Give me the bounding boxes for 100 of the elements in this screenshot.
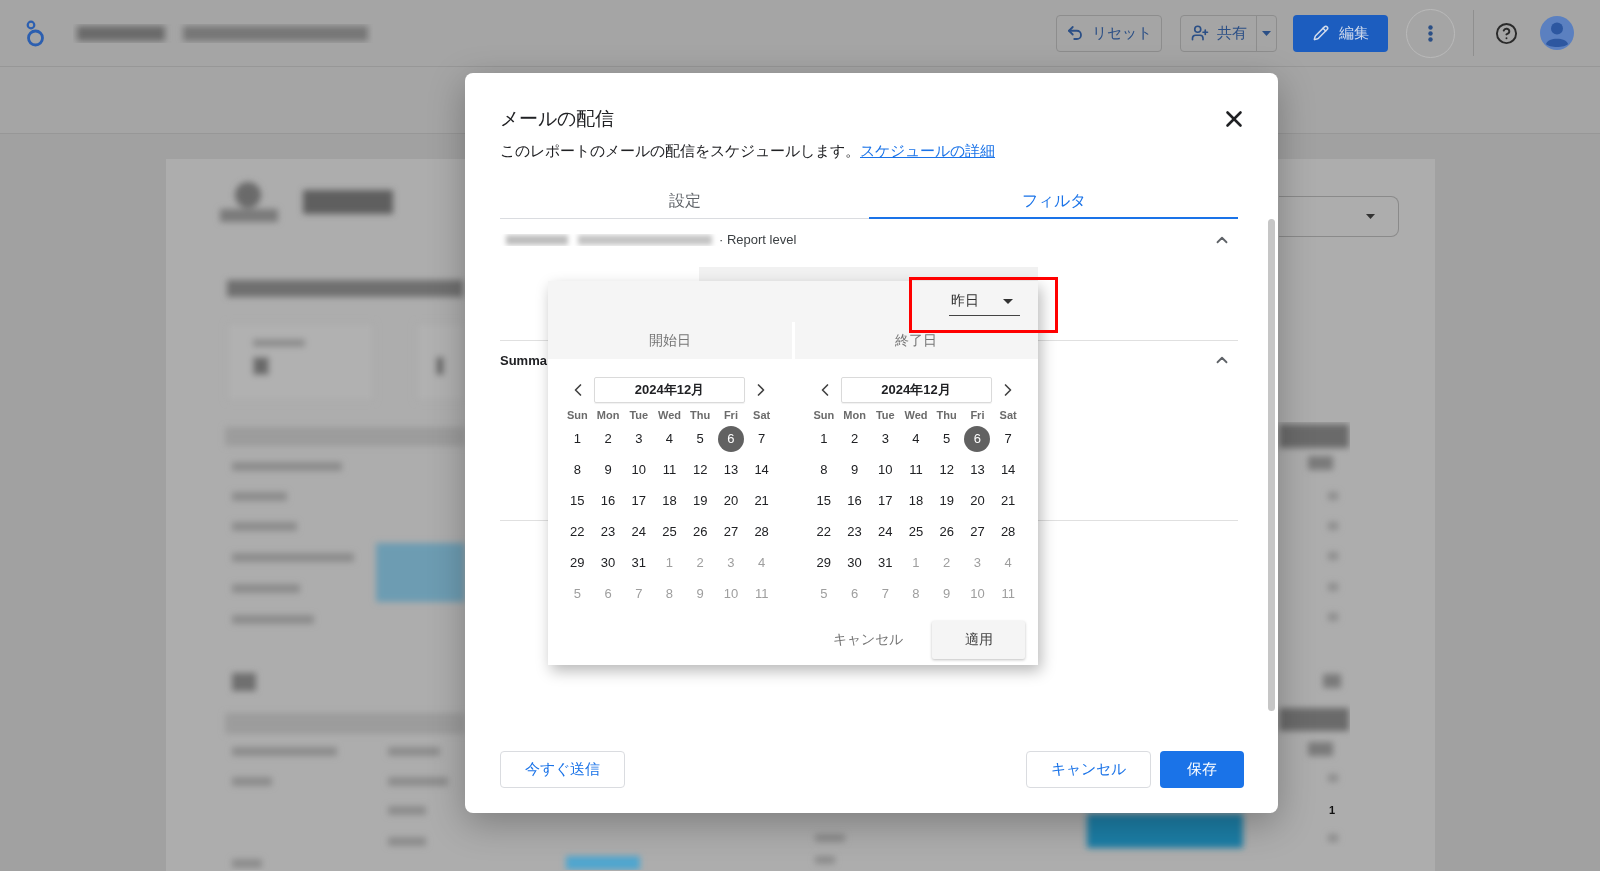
calendar-day[interactable]: 21 <box>748 487 775 514</box>
calendar-day[interactable]: 24 <box>872 518 899 545</box>
calendar-day[interactable]: 20 <box>964 487 991 514</box>
calendar-day[interactable]: 25 <box>656 518 683 545</box>
person-add-icon <box>1190 24 1209 42</box>
calendar-day[interactable]: 7 <box>995 425 1022 452</box>
weekday-label: Fri <box>723 408 738 423</box>
month-field[interactable]: 2024年12月 <box>840 377 992 403</box>
calendar-day[interactable]: 4 <box>656 425 683 452</box>
calendar-day[interactable]: 27 <box>964 518 991 545</box>
weekday-label: Wed <box>657 408 681 423</box>
calendar-day[interactable]: 19 <box>687 487 714 514</box>
dialog-button[interactable]: 今すぐ送信 <box>500 751 625 788</box>
weekday-label: Tue <box>875 408 895 423</box>
calendar-day[interactable]: 18 <box>656 487 683 514</box>
calendar-day[interactable]: 1 <box>564 425 591 452</box>
calendar-day[interactable]: 9 <box>841 456 868 483</box>
dropdown-field[interactable] <box>1279 196 1399 237</box>
section-heading: Summa <box>500 352 547 368</box>
calendar-day[interactable]: 13 <box>717 456 744 483</box>
calendar-day[interactable]: 6 <box>717 425 744 452</box>
calendar-day[interactable]: 17 <box>625 487 652 514</box>
calendar-day[interactable]: 23 <box>595 518 622 545</box>
calendar-day[interactable]: 10 <box>625 456 652 483</box>
more-icon <box>1428 24 1433 42</box>
calendar-day[interactable]: 10 <box>872 456 899 483</box>
weekday-label: Sat <box>753 408 771 423</box>
tab[interactable]: 設定 <box>500 184 869 219</box>
calendar-day[interactable]: 28 <box>995 518 1022 545</box>
calendar-day[interactable]: 30 <box>595 549 622 576</box>
calendar-day[interactable]: 29 <box>564 549 591 576</box>
calendar-day[interactable]: 30 <box>841 549 868 576</box>
calendar-day[interactable]: 31 <box>625 549 652 576</box>
calendar-day[interactable]: 7 <box>748 425 775 452</box>
calendar-day[interactable]: 20 <box>717 487 744 514</box>
calendar-day[interactable]: 14 <box>748 456 775 483</box>
calendar-day[interactable]: 6 <box>964 425 991 452</box>
calendar-day[interactable]: 8 <box>564 456 591 483</box>
pencil-icon <box>1312 25 1329 41</box>
apply-button[interactable]: 適用 <box>932 621 1025 659</box>
calendar-day[interactable]: 24 <box>625 518 652 545</box>
calendar-day[interactable]: 27 <box>717 518 744 545</box>
calendar-day[interactable]: 29 <box>810 549 837 576</box>
calendar-day[interactable]: 26 <box>687 518 714 545</box>
calendar-day[interactable]: 9 <box>595 456 622 483</box>
calendar-day[interactable]: 17 <box>872 487 899 514</box>
calendar-day[interactable]: 1 <box>810 425 837 452</box>
calendar-day[interactable]: 2 <box>595 425 622 452</box>
calendar-day[interactable]: 16 <box>595 487 622 514</box>
calendar-day[interactable]: 11 <box>656 456 683 483</box>
calendar-day[interactable]: 5 <box>687 425 714 452</box>
calendar-day[interactable]: 22 <box>564 518 591 545</box>
logo-icon[interactable] <box>25 19 45 47</box>
report-level-label: · Report level <box>719 232 797 247</box>
dialog-description: このレポートのメールの配信をスケジュールします。 <box>500 142 860 161</box>
calendar-day[interactable]: 11 <box>903 456 929 483</box>
avatar-icon[interactable] <box>1540 16 1574 50</box>
calendar-day[interactable]: 8 <box>810 456 837 483</box>
primary-button[interactable]: 保存 <box>1160 751 1244 788</box>
calendar-day[interactable]: 23 <box>841 518 868 545</box>
weekday-label: Wed <box>904 408 928 423</box>
weekday-label: Fri <box>970 408 985 423</box>
calendar-day[interactable]: 26 <box>933 518 960 545</box>
tab[interactable]: フィルタ <box>869 184 1238 219</box>
calendar-day[interactable]: 5 <box>933 425 960 452</box>
calendar-day[interactable]: 15 <box>564 487 591 514</box>
calendar-day[interactable]: 4 <box>903 425 929 452</box>
calendar-day[interactable]: 18 <box>903 487 929 514</box>
edit-button[interactable]: 編集 <box>1293 14 1388 52</box>
preset-dropdown[interactable]: 昨日 <box>949 289 1020 316</box>
calendar-day[interactable]: 31 <box>872 549 899 576</box>
calendar-day[interactable]: 13 <box>964 456 991 483</box>
undo-icon <box>1066 24 1084 42</box>
scrollbar-thumb[interactable] <box>1268 219 1275 711</box>
calendar-day[interactable]: 21 <box>995 487 1022 514</box>
calendar-day[interactable]: 3 <box>872 425 899 452</box>
calendar-day[interactable]: 16 <box>841 487 868 514</box>
calendar-day[interactable]: 12 <box>933 456 960 483</box>
calendar-day[interactable]: 2 <box>841 425 868 452</box>
schedule-details-link[interactable]: スケジュールの詳細 <box>860 141 995 161</box>
help-icon[interactable] <box>1495 21 1518 45</box>
weekday-label: Mon <box>596 408 620 423</box>
month-field[interactable]: 2024年12月 <box>594 377 745 403</box>
table-cell: 1 <box>1329 804 1336 817</box>
calendar-heading: 終了日 <box>794 322 1038 359</box>
calendar-day[interactable]: 15 <box>810 487 837 514</box>
calendar-day[interactable]: 22 <box>810 518 837 545</box>
caret-icon <box>1003 298 1013 304</box>
calendar-day[interactable]: 3 <box>625 425 652 452</box>
weekday-label: Thu <box>690 408 711 423</box>
calendar-day[interactable]: 28 <box>748 518 775 545</box>
calendar-day[interactable]: 12 <box>687 456 714 483</box>
cancel-button[interactable]: キャンセル <box>825 625 911 655</box>
dialog-button[interactable]: キャンセル <box>1026 751 1151 788</box>
weekday-label: Sun <box>566 408 588 423</box>
caret-icon <box>1366 214 1375 219</box>
calendar-day[interactable]: 14 <box>995 456 1022 483</box>
calendar-day[interactable]: 25 <box>903 518 929 545</box>
calendar-day[interactable]: 19 <box>933 487 960 514</box>
share-menu-button[interactable] <box>1256 14 1277 52</box>
